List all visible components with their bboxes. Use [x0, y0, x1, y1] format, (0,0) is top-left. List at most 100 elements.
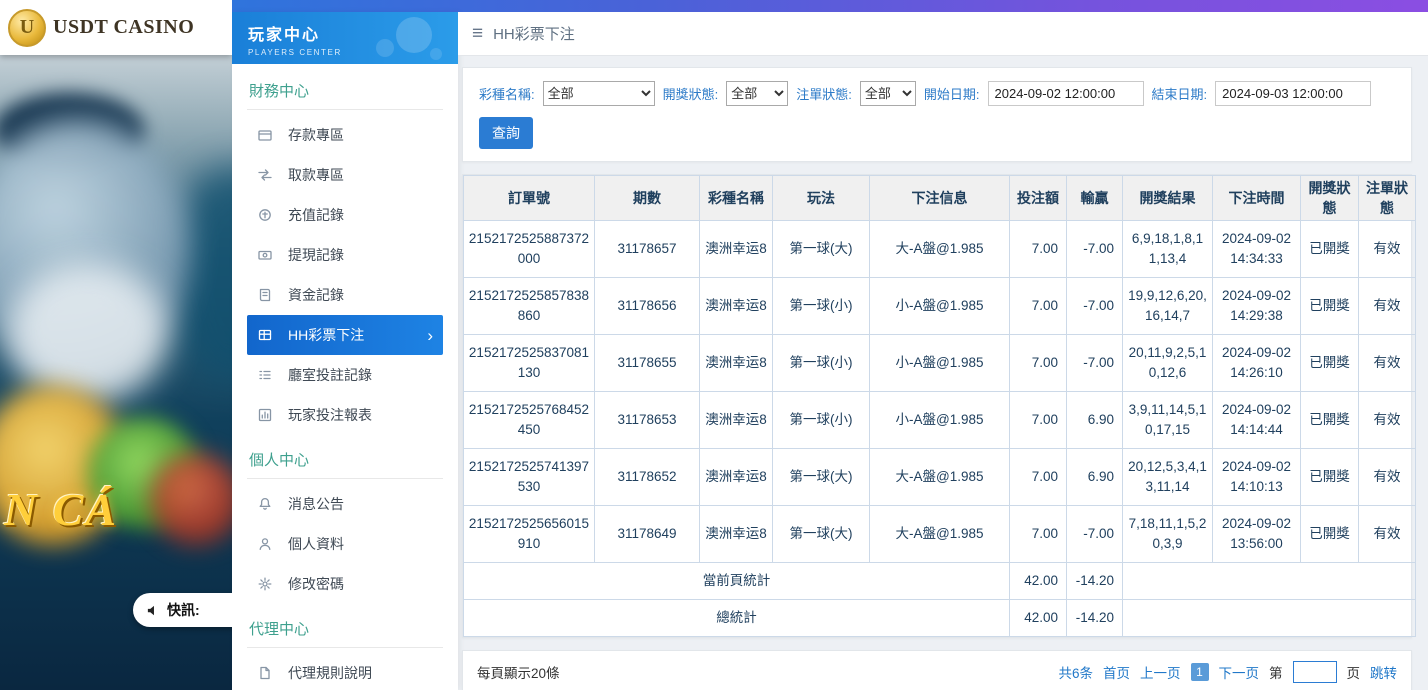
cashout-icon	[257, 247, 275, 263]
sidebar-item-label: 取款專區	[288, 165, 344, 185]
cell-amount: 7.00	[1010, 449, 1067, 506]
ticker-label: 快訊:	[167, 600, 200, 620]
sidebar-section-header: 財務中心	[247, 66, 443, 110]
sidebar-item-label: 代理規則說明	[288, 663, 372, 683]
cell-amount: 7.00	[1010, 506, 1067, 563]
cell-win: -7.00	[1067, 278, 1123, 335]
pagination-bar: 每頁顯示20條 共6条 首页 上一页 1 下一页 第 页 跳转	[462, 650, 1412, 690]
jump-button[interactable]: 跳转	[1370, 662, 1397, 682]
end-date-input[interactable]	[1215, 81, 1371, 106]
lottery-name-select[interactable]: 全部	[543, 81, 655, 106]
sidebar-item-cashout-record[interactable]: 提現記錄	[247, 235, 443, 275]
next-page-link[interactable]: 下一页	[1219, 662, 1260, 682]
page-stats-bet: 42.00	[1010, 563, 1067, 600]
search-button[interactable]: 查詢	[479, 117, 533, 149]
sidebar-item-label: 廳室投註記錄	[288, 365, 372, 385]
cell-time: 2024-09-02 14:29:38	[1213, 278, 1301, 335]
first-page-link[interactable]: 首页	[1103, 662, 1130, 682]
sidebar-header: 玩家中心 PLAYERS CENTER	[232, 12, 458, 64]
funds-icon	[257, 287, 275, 303]
cell-lottery: 澳洲幸运8	[700, 392, 773, 449]
cell-period: 31178656	[595, 278, 700, 335]
order-status-label: 注單狀態:	[796, 84, 852, 103]
bell-icon	[257, 496, 275, 512]
cell-amount: 7.00	[1010, 278, 1067, 335]
header-decoration	[396, 17, 432, 53]
sidebar-section-header: 代理中心	[247, 604, 443, 648]
table-row: 215217252585783886031178656澳洲幸运8第一球(小)小-…	[464, 278, 1416, 335]
start-date-input[interactable]	[988, 81, 1144, 106]
casino-logo-text: USDT CASINO	[53, 16, 194, 39]
usdt-coin-logo-icon: U	[8, 9, 46, 47]
main-header: ≡ HH彩票下注	[458, 12, 1428, 56]
sidebar-item-hall-bet-record[interactable]: 廳室投註記錄	[247, 355, 443, 395]
casino-topbar: U USDT CASINO	[0, 0, 232, 55]
sidebar-item-hh-lottery-bets[interactable]: HH彩票下注›	[247, 315, 443, 355]
art-blob	[150, 453, 232, 545]
page-label-pre: 第	[1269, 662, 1283, 682]
sidebar-item-announcements[interactable]: 消息公告	[247, 484, 443, 524]
column-header: 開獎結果	[1123, 176, 1213, 221]
current-page[interactable]: 1	[1191, 663, 1209, 681]
cell-order: 2152172525837081130	[464, 335, 595, 392]
page-jump-input[interactable]	[1293, 661, 1337, 683]
sidebar-item-player-bet-report[interactable]: 玩家投注報表	[247, 395, 443, 435]
prev-page-link[interactable]: 上一页	[1140, 662, 1181, 682]
column-header: 下注信息	[870, 176, 1010, 221]
column-header: 注單狀態	[1359, 176, 1416, 221]
sidebar-item-label: 資金記錄	[288, 285, 344, 305]
cell-play: 第一球(小)	[773, 278, 870, 335]
cell-amount: 7.00	[1010, 221, 1067, 278]
table-row: 215217252588737200031178657澳洲幸运8第一球(大)大-…	[464, 221, 1416, 278]
sidebar-item-recharge-record[interactable]: 充值記錄	[247, 195, 443, 235]
column-header: 開獎狀態	[1301, 176, 1359, 221]
sidebar-item-profile[interactable]: 個人資料	[247, 524, 443, 564]
deposit-icon	[257, 127, 275, 143]
menu-toggle-icon[interactable]: ≡	[472, 23, 483, 45]
cell-bet-info: 大-A盤@1.985	[870, 506, 1010, 563]
gear-icon	[257, 576, 275, 592]
cell-lottery: 澳洲幸运8	[700, 278, 773, 335]
cell-draw-status: 已開獎	[1301, 392, 1359, 449]
cell-lottery: 澳洲幸运8	[700, 221, 773, 278]
cell-order-status: 有效	[1359, 278, 1416, 335]
sidebar-subtitle: PLAYERS CENTER	[248, 48, 458, 57]
page-stats-label: 當前頁統計	[464, 563, 1010, 600]
cell-order: 2152172525857838860	[464, 278, 595, 335]
sidebar-item-withdraw-zone[interactable]: 取款專區	[247, 155, 443, 195]
cell-order: 2152172525656015910	[464, 506, 595, 563]
cell-result: 7,18,11,1,5,20,3,9	[1123, 506, 1213, 563]
cell-bet-info: 大-A盤@1.985	[870, 221, 1010, 278]
filter-panel: 彩種名稱: 全部 開獎狀態: 全部 注單狀態: 全部 開始日期:	[462, 67, 1412, 162]
chevron-right-icon: ›	[427, 327, 433, 344]
cell-order: 2152172525887372000	[464, 221, 595, 278]
cell-lottery: 澳洲幸运8	[700, 506, 773, 563]
cell-result: 6,9,18,1,8,11,13,4	[1123, 221, 1213, 278]
sidebar-item-label: 修改密碼	[288, 574, 344, 594]
cell-play: 第一球(小)	[773, 392, 870, 449]
news-ticker: 快訊:	[133, 593, 232, 627]
header-decoration	[376, 39, 394, 57]
cell-play: 第一球(小)	[773, 335, 870, 392]
cell-result: 3,9,11,14,5,10,17,15	[1123, 392, 1213, 449]
cell-draw-status: 已開獎	[1301, 335, 1359, 392]
cell-bet-info: 小-A盤@1.985	[870, 392, 1010, 449]
grand-stats-bet: 42.00	[1010, 600, 1067, 637]
cell-play: 第一球(大)	[773, 221, 870, 278]
sidebar-item-agent-rules[interactable]: 代理規則說明	[247, 653, 443, 690]
sidebar-item-funds-record[interactable]: 資金記錄	[247, 275, 443, 315]
page-size-text: 每頁顯示20條	[477, 662, 560, 682]
cell-win: -7.00	[1067, 221, 1123, 278]
cell-result: 19,9,12,6,20,16,14,7	[1123, 278, 1213, 335]
page-stats-empty	[1123, 563, 1416, 600]
sidebar-item-change-password[interactable]: 修改密碼	[247, 564, 443, 604]
cell-period: 31178649	[595, 506, 700, 563]
cell-order-status: 有效	[1359, 221, 1416, 278]
table-row: 215217252574139753031178652澳洲幸运8第一球(大)大-…	[464, 449, 1416, 506]
sidebar-nav: 財務中心存款專區取款專區充值記錄提現記錄資金記錄 HH彩票下注› 廳室投註記錄玩家投…	[232, 64, 458, 690]
cell-draw-status: 已開獎	[1301, 278, 1359, 335]
draw-status-select[interactable]: 全部	[726, 81, 788, 106]
cell-lottery: 澳洲幸运8	[700, 335, 773, 392]
sidebar-item-deposit-zone[interactable]: 存款專區	[247, 115, 443, 155]
order-status-select[interactable]: 全部	[860, 81, 916, 106]
